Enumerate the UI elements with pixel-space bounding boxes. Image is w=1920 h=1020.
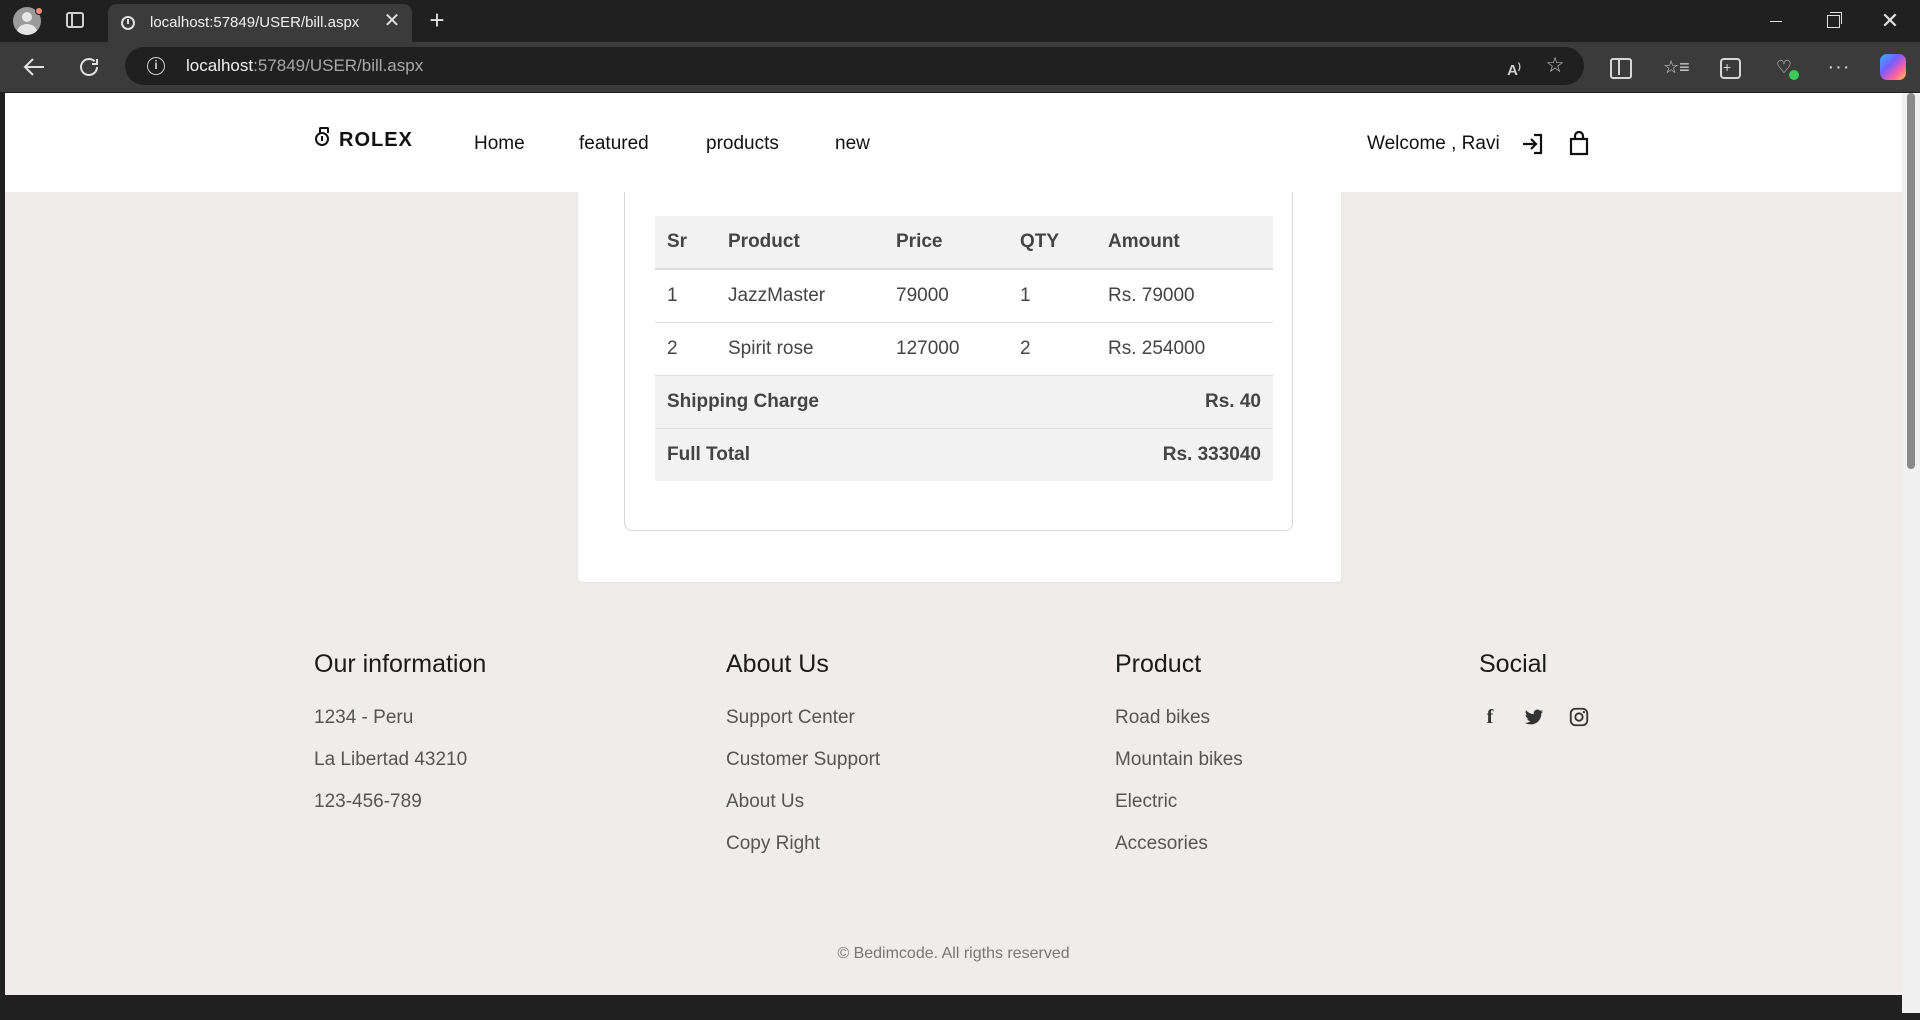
resize-corner: [1902, 995, 1920, 1013]
profile-notification-dot: [35, 7, 43, 15]
tab-title: localhost:57849/USER/bill.aspx: [150, 14, 360, 31]
new-tab-button[interactable]: +: [423, 6, 451, 34]
table-row: 2 Spirit rose 127000 2 Rs. 254000: [655, 322, 1273, 376]
col-sr: Sr: [655, 216, 716, 270]
copyright-text: © Bedimcode. All rigths reserved: [837, 945, 1070, 962]
shipping-label: Shipping Charge: [655, 375, 1008, 429]
footer-link[interactable]: Customer Support: [726, 748, 880, 790]
footer-about: About Us Support Center Customer Support…: [726, 650, 880, 874]
cell-product: JazzMaster: [716, 269, 884, 323]
nav-new[interactable]: new: [835, 133, 870, 155]
nav-featured[interactable]: featured: [579, 133, 649, 155]
back-arrow-icon[interactable]: [18, 51, 50, 83]
shipping-row: Shipping Charge Rs. 40: [655, 375, 1273, 429]
window-bottom-edge: [0, 995, 1920, 1020]
col-price: Price: [884, 216, 1008, 270]
col-amount: Amount: [1096, 216, 1273, 270]
scrollbar-thumb[interactable]: [1907, 93, 1915, 469]
total-label: Full Total: [655, 428, 1008, 481]
footer-product-title: Product: [1115, 650, 1202, 678]
watch-icon: [315, 127, 329, 146]
cell-sr: 1: [655, 269, 716, 323]
col-product: Product: [716, 216, 884, 270]
minimize-button[interactable]: [1748, 0, 1804, 42]
browser-tab[interactable]: localhost:57849/USER/bill.aspx ✕: [108, 4, 412, 42]
copilot-icon[interactable]: [1880, 54, 1906, 80]
page-viewport: Sr Product Price QTY Amount 1 JazzMaster…: [5, 93, 1902, 995]
favicon-icon: [121, 16, 135, 30]
window-close-button[interactable]: ✕: [1862, 0, 1918, 42]
twitter-icon[interactable]: [1523, 706, 1545, 728]
total-value: Rs. 333040: [1008, 428, 1273, 481]
shipping-value: Rs. 40: [1008, 375, 1273, 429]
restore-button[interactable]: [1805, 0, 1861, 42]
col-qty: QTY: [1008, 216, 1096, 270]
cell-amount: Rs. 254000: [1096, 322, 1273, 376]
url-text: localhost:57849/USER/bill.aspx: [186, 56, 424, 75]
page-scrollbar[interactable]: [1902, 93, 1920, 995]
footer-info: Our information 1234 - Peru La Libertad …: [314, 650, 486, 832]
welcome-text: Welcome , Ravi: [1367, 133, 1500, 154]
total-row: Full Total Rs. 333040: [655, 428, 1273, 481]
shopping-bag-icon[interactable]: [1567, 130, 1591, 157]
address-bar[interactable]: i localhost:57849/USER/bill.aspx A) ☆: [125, 47, 1584, 85]
cell-price: 127000: [884, 322, 1008, 376]
footer-info-item: La Libertad 43210: [314, 749, 468, 770]
tab-actions-icon[interactable]: [66, 12, 84, 28]
browser-tabstrip: localhost:57849/USER/bill.aspx ✕ + ✕: [0, 0, 1920, 42]
split-screen-icon[interactable]: [1607, 55, 1632, 79]
footer-info-item: 1234 - Peru: [314, 707, 414, 728]
footer-link[interactable]: About Us: [726, 790, 880, 832]
facebook-icon[interactable]: f: [1479, 706, 1501, 728]
footer-about-title: About Us: [726, 650, 829, 678]
bill-header-row: Sr Product Price QTY Amount: [655, 216, 1273, 270]
footer-link[interactable]: Copy Right: [726, 832, 880, 874]
cell-sr: 2: [655, 322, 716, 376]
footer-product: Product Road bikes Mountain bikes Electr…: [1115, 650, 1243, 874]
footer-link[interactable]: Support Center: [726, 706, 880, 748]
site-logo[interactable]: ROLEX: [315, 127, 413, 152]
footer-social: Social f: [1479, 650, 1589, 736]
nav-products[interactable]: products: [706, 133, 779, 155]
bill-table: Sr Product Price QTY Amount 1 JazzMaster…: [655, 216, 1273, 481]
footer-info-item: 123-456-789: [314, 791, 422, 812]
social-icons: f: [1479, 706, 1589, 736]
cell-qty: 2: [1008, 322, 1096, 376]
footer-social-title: Social: [1479, 650, 1548, 678]
favorites-icon[interactable]: ☆≡: [1663, 55, 1690, 79]
browser-toolbar: i localhost:57849/USER/bill.aspx A) ☆ ☆≡…: [0, 42, 1920, 92]
footer-info-title: Our information: [314, 650, 487, 678]
footer-link[interactable]: Electric: [1115, 790, 1243, 832]
cell-product: Spirit rose: [716, 322, 884, 376]
cell-amount: Rs. 79000: [1096, 269, 1273, 323]
cell-price: 79000: [884, 269, 1008, 323]
reload-icon[interactable]: [73, 51, 105, 83]
site-header: ROLEX Home featured products new Welcome…: [5, 93, 1902, 192]
cell-qty: 1: [1008, 269, 1096, 323]
read-aloud-icon[interactable]: A): [1503, 55, 1525, 79]
collections-icon[interactable]: [1717, 55, 1741, 79]
more-menu-icon[interactable]: ···: [1827, 55, 1851, 79]
footer-link[interactable]: Mountain bikes: [1115, 748, 1243, 790]
footer-link[interactable]: Accesories: [1115, 832, 1243, 874]
favorite-star-icon[interactable]: ☆: [1544, 55, 1566, 77]
instagram-icon[interactable]: [1568, 706, 1590, 728]
logout-icon[interactable]: [1520, 131, 1546, 157]
nav-home[interactable]: Home: [474, 133, 525, 155]
footer-link[interactable]: Road bikes: [1115, 706, 1243, 748]
tab-close-icon[interactable]: ✕: [382, 10, 402, 32]
site-info-icon[interactable]: i: [147, 57, 165, 75]
table-row: 1 JazzMaster 79000 1 Rs. 79000: [655, 269, 1273, 323]
essentials-status-dot: [1789, 70, 1799, 80]
